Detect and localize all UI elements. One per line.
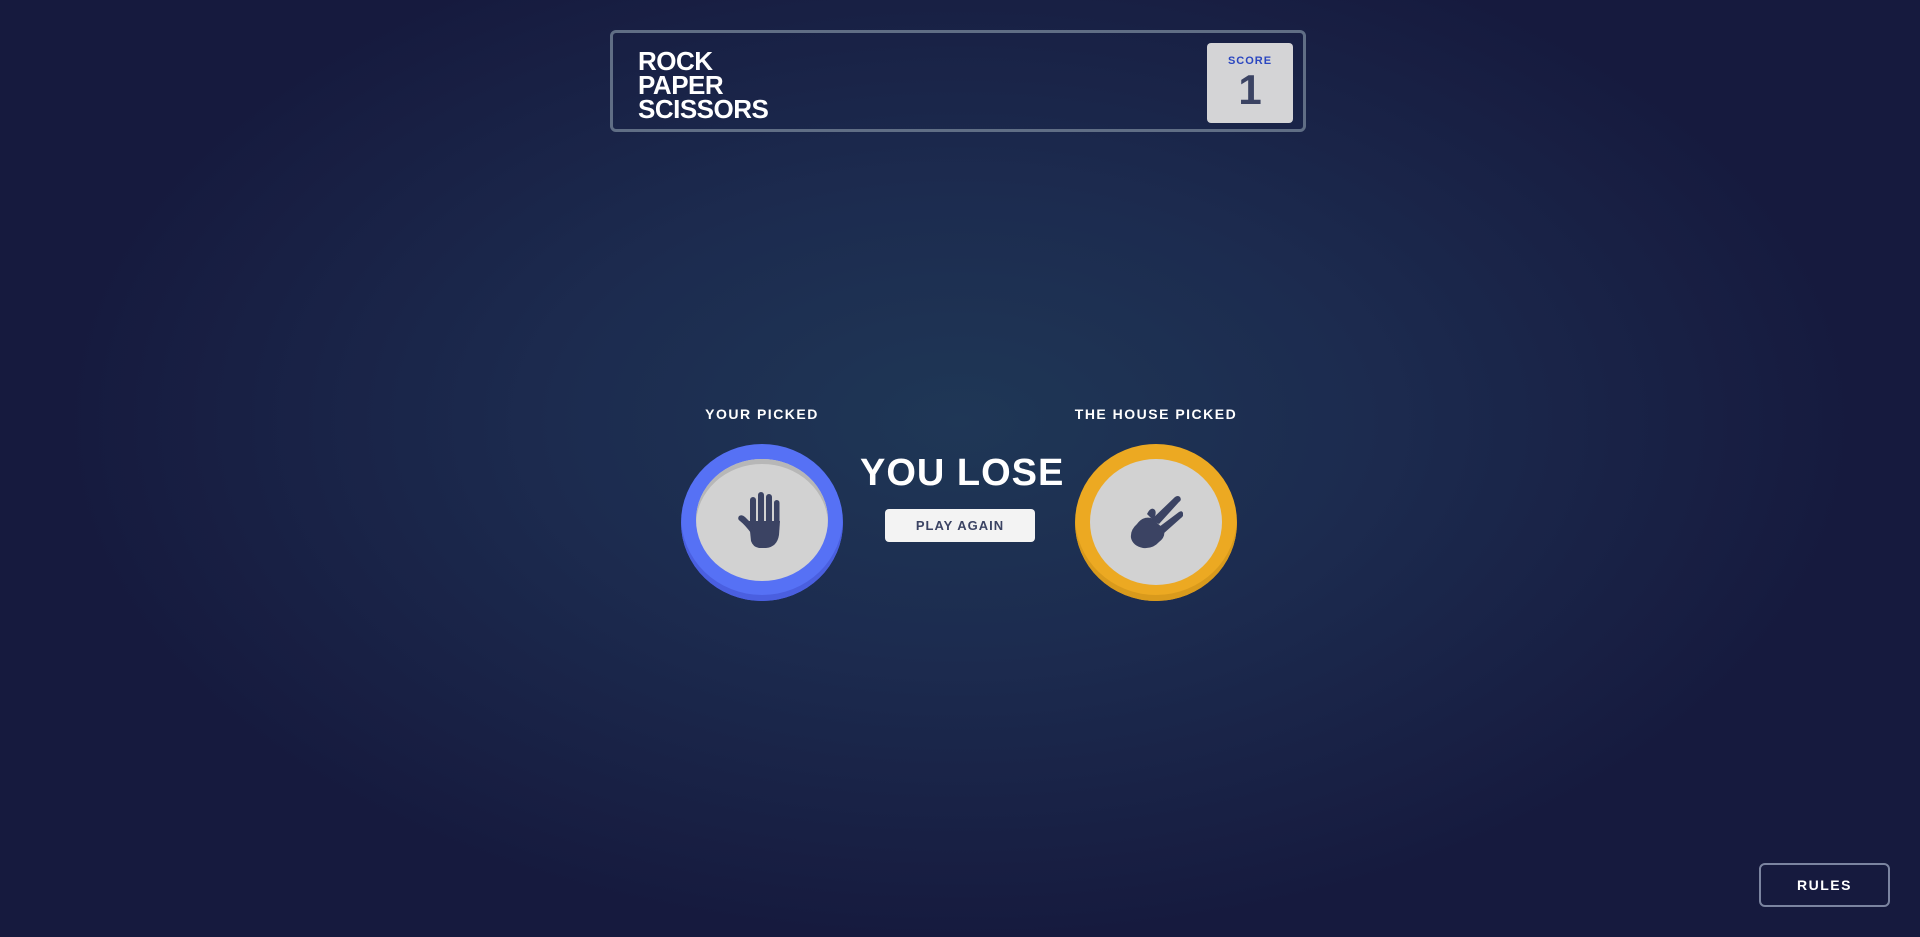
rules-button[interactable]: RULES xyxy=(1759,863,1890,907)
scissors-hand-icon xyxy=(1130,496,1183,549)
result-text: YOU LOSE xyxy=(860,452,1065,494)
logo-line-scissors: SCISSORS xyxy=(638,94,769,124)
token-face xyxy=(1090,459,1222,585)
token-face xyxy=(696,459,828,581)
player-pick-label: YOUR PICKED xyxy=(705,406,819,422)
game-header: ROCK PAPER SCISSORS SCORE 1 xyxy=(610,30,1306,132)
game-logo: ROCK PAPER SCISSORS xyxy=(638,48,769,124)
paper-hand-icon xyxy=(738,492,780,548)
play-again-button[interactable]: PLAY AGAIN xyxy=(885,509,1035,542)
house-pick-label: THE HOUSE PICKED xyxy=(1074,406,1238,422)
house-choice-scissors xyxy=(1075,444,1237,601)
score-box: SCORE 1 xyxy=(1207,43,1293,123)
score-value: 1 xyxy=(1238,66,1262,113)
player-choice-paper xyxy=(681,444,843,601)
